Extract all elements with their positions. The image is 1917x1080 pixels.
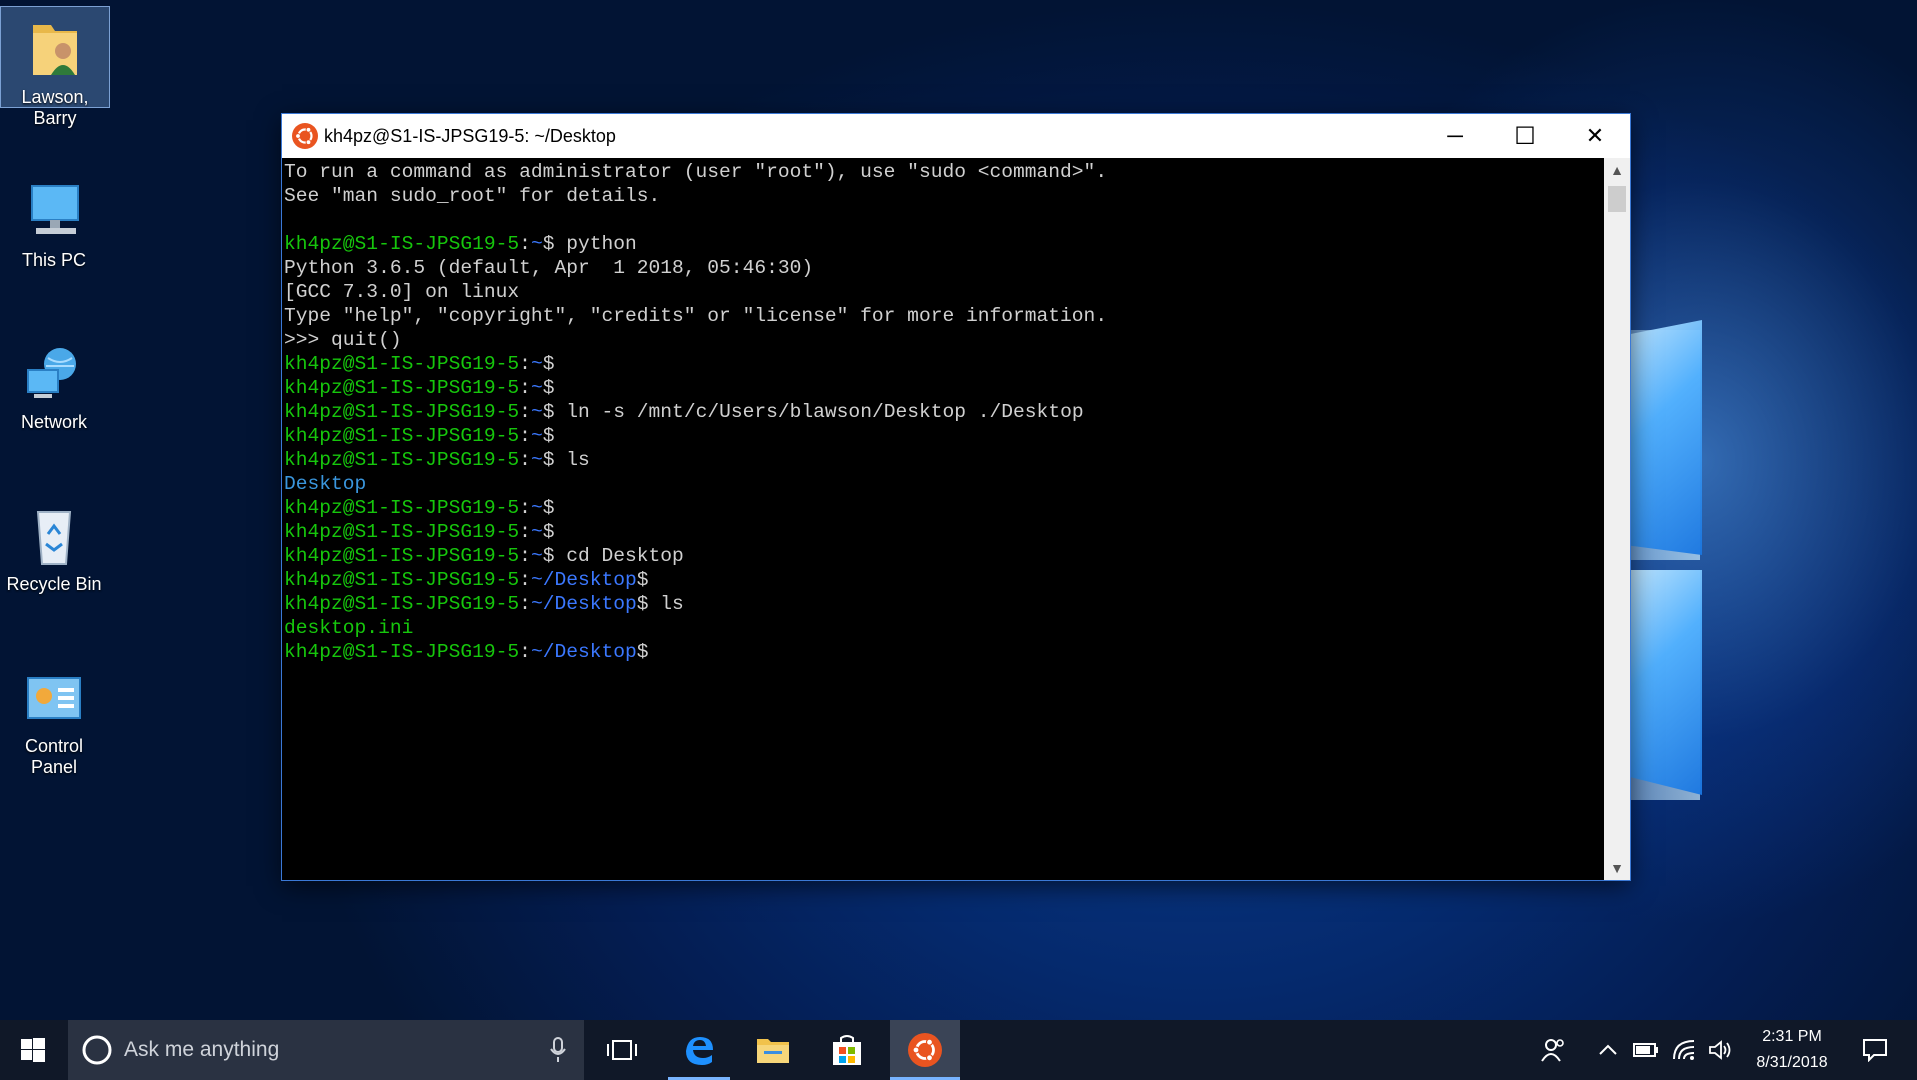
- terminal-window[interactable]: kh4pz@S1-IS-JPSG19-5: ~/Desktop ─ ☐ ✕ To…: [282, 114, 1630, 880]
- microphone-icon[interactable]: [550, 1037, 566, 1063]
- prompt-line: kh4pz@S1-IS-JPSG19-5:~/Desktop$: [284, 641, 649, 663]
- prompt-line: kh4pz@S1-IS-JPSG19-5:~$ ls: [284, 449, 590, 471]
- output-line: Type "help", "copyright", "credits" or "…: [284, 305, 1108, 327]
- prompt-line: kh4pz@S1-IS-JPSG19-5:~$: [284, 425, 555, 447]
- intro-line: See "man sudo_root" for details.: [284, 185, 661, 207]
- prompt-line: kh4pz@S1-IS-JPSG19-5:~$ cd Desktop: [284, 545, 684, 567]
- prompt-line: kh4pz@S1-IS-JPSG19-5:~$ ln -s /mnt/c/Use…: [284, 401, 1084, 423]
- volume-icon: [1709, 1040, 1731, 1060]
- desktop-icon-user-folder[interactable]: Lawson, Barry: [0, 6, 110, 128]
- search-input[interactable]: Ask me anything: [68, 1020, 584, 1080]
- start-button[interactable]: [0, 1020, 66, 1080]
- prompt-line: kh4pz@S1-IS-JPSG19-5:~/Desktop$: [284, 569, 649, 591]
- prompt-line: kh4pz@S1-IS-JPSG19-5:~$: [284, 353, 555, 375]
- window-titlebar[interactable]: kh4pz@S1-IS-JPSG19-5: ~/Desktop ─ ☐ ✕: [282, 114, 1630, 158]
- ubuntu-icon: [908, 1033, 942, 1067]
- windows-icon: [21, 1038, 45, 1062]
- taskbar: Ask me anything 2:31 PM 8/31/2018: [0, 1020, 1917, 1080]
- prompt-line: kh4pz@S1-IS-JPSG19-5:~$: [284, 377, 555, 399]
- chevron-up-icon: [1599, 1044, 1617, 1055]
- output-line: [GCC 7.3.0] on linux: [284, 281, 520, 303]
- desktop-icon-network[interactable]: Network: [0, 332, 108, 433]
- search-placeholder: Ask me anything: [124, 1038, 280, 1061]
- task-view-icon: [607, 1040, 637, 1060]
- scroll-down-icon[interactable]: ▼: [1604, 856, 1630, 880]
- computer-icon: [22, 180, 86, 244]
- clock-date: 8/31/2018: [1756, 1054, 1828, 1071]
- output-line: >>> quit(): [284, 329, 402, 351]
- recycle-bin-icon: [22, 504, 86, 568]
- network-icon: [22, 342, 86, 406]
- action-center-button[interactable]: [1846, 1020, 1904, 1080]
- battery-icon: [1633, 1043, 1658, 1057]
- file-explorer-button[interactable]: [742, 1020, 804, 1080]
- desktop-icon-label: Lawson, Barry: [21, 87, 89, 128]
- desktop-icon-label: This PC: [21, 250, 86, 270]
- store-button[interactable]: [816, 1020, 878, 1080]
- close-button[interactable]: ✕: [1560, 114, 1630, 158]
- prompt-line: kh4pz@S1-IS-JPSG19-5:~$: [284, 521, 555, 543]
- battery-button[interactable]: [1628, 1020, 1664, 1080]
- volume-button[interactable]: [1702, 1020, 1738, 1080]
- terminal-output[interactable]: To run a command as administrator (user …: [282, 158, 1604, 880]
- prompt-line: kh4pz@S1-IS-JPSG19-5:~$ python: [284, 233, 637, 255]
- window-title: kh4pz@S1-IS-JPSG19-5: ~/Desktop: [324, 125, 616, 146]
- notification-icon: [1863, 1039, 1887, 1062]
- output-line: desktop.ini: [284, 617, 414, 639]
- ubuntu-taskbar-button[interactable]: [890, 1020, 960, 1080]
- prompt-line: kh4pz@S1-IS-JPSG19-5:~$: [284, 497, 555, 519]
- desktop-icon-label: Recycle Bin: [6, 574, 102, 594]
- prompt-line: kh4pz@S1-IS-JPSG19-5:~/Desktop$ ls: [284, 593, 684, 615]
- desktop-icon-control-panel[interactable]: Control Panel: [0, 656, 108, 778]
- desktop-icon-recycle-bin[interactable]: Recycle Bin: [0, 494, 108, 595]
- output-line: Python 3.6.5 (default, Apr 1 2018, 05:46…: [284, 257, 814, 279]
- ubuntu-icon: [292, 123, 318, 149]
- scroll-up-icon[interactable]: ▲: [1604, 158, 1630, 182]
- control-panel-icon: [22, 666, 86, 730]
- minimize-button[interactable]: ─: [1420, 114, 1490, 158]
- folder-icon: [757, 1039, 789, 1063]
- output-line: Desktop: [284, 473, 367, 495]
- people-button[interactable]: [1530, 1020, 1576, 1080]
- people-icon: [1541, 1039, 1564, 1062]
- store-icon: [833, 1035, 861, 1065]
- cortana-icon: [82, 1035, 112, 1065]
- wifi-icon: [1673, 1040, 1695, 1060]
- task-view-button[interactable]: [590, 1020, 654, 1080]
- show-hidden-icons-button[interactable]: [1590, 1020, 1626, 1080]
- wifi-button[interactable]: [1666, 1020, 1702, 1080]
- maximize-button[interactable]: ☐: [1490, 114, 1560, 158]
- clock-time: 2:31 PM: [1762, 1028, 1822, 1045]
- edge-button[interactable]: [668, 1020, 730, 1080]
- desktop-icon-label: Control Panel: [24, 736, 84, 777]
- desktop-icon-label: Network: [20, 412, 87, 432]
- intro-line: To run a command as administrator (user …: [284, 161, 1108, 183]
- clock[interactable]: 2:31 PM 8/31/2018: [1740, 1020, 1844, 1080]
- user-folder-icon: [23, 17, 87, 81]
- scrollbar-thumb[interactable]: [1608, 186, 1626, 212]
- scrollbar[interactable]: ▲ ▼: [1604, 158, 1630, 880]
- edge-icon: [686, 1037, 713, 1065]
- desktop-icon-this-pc[interactable]: This PC: [0, 170, 108, 271]
